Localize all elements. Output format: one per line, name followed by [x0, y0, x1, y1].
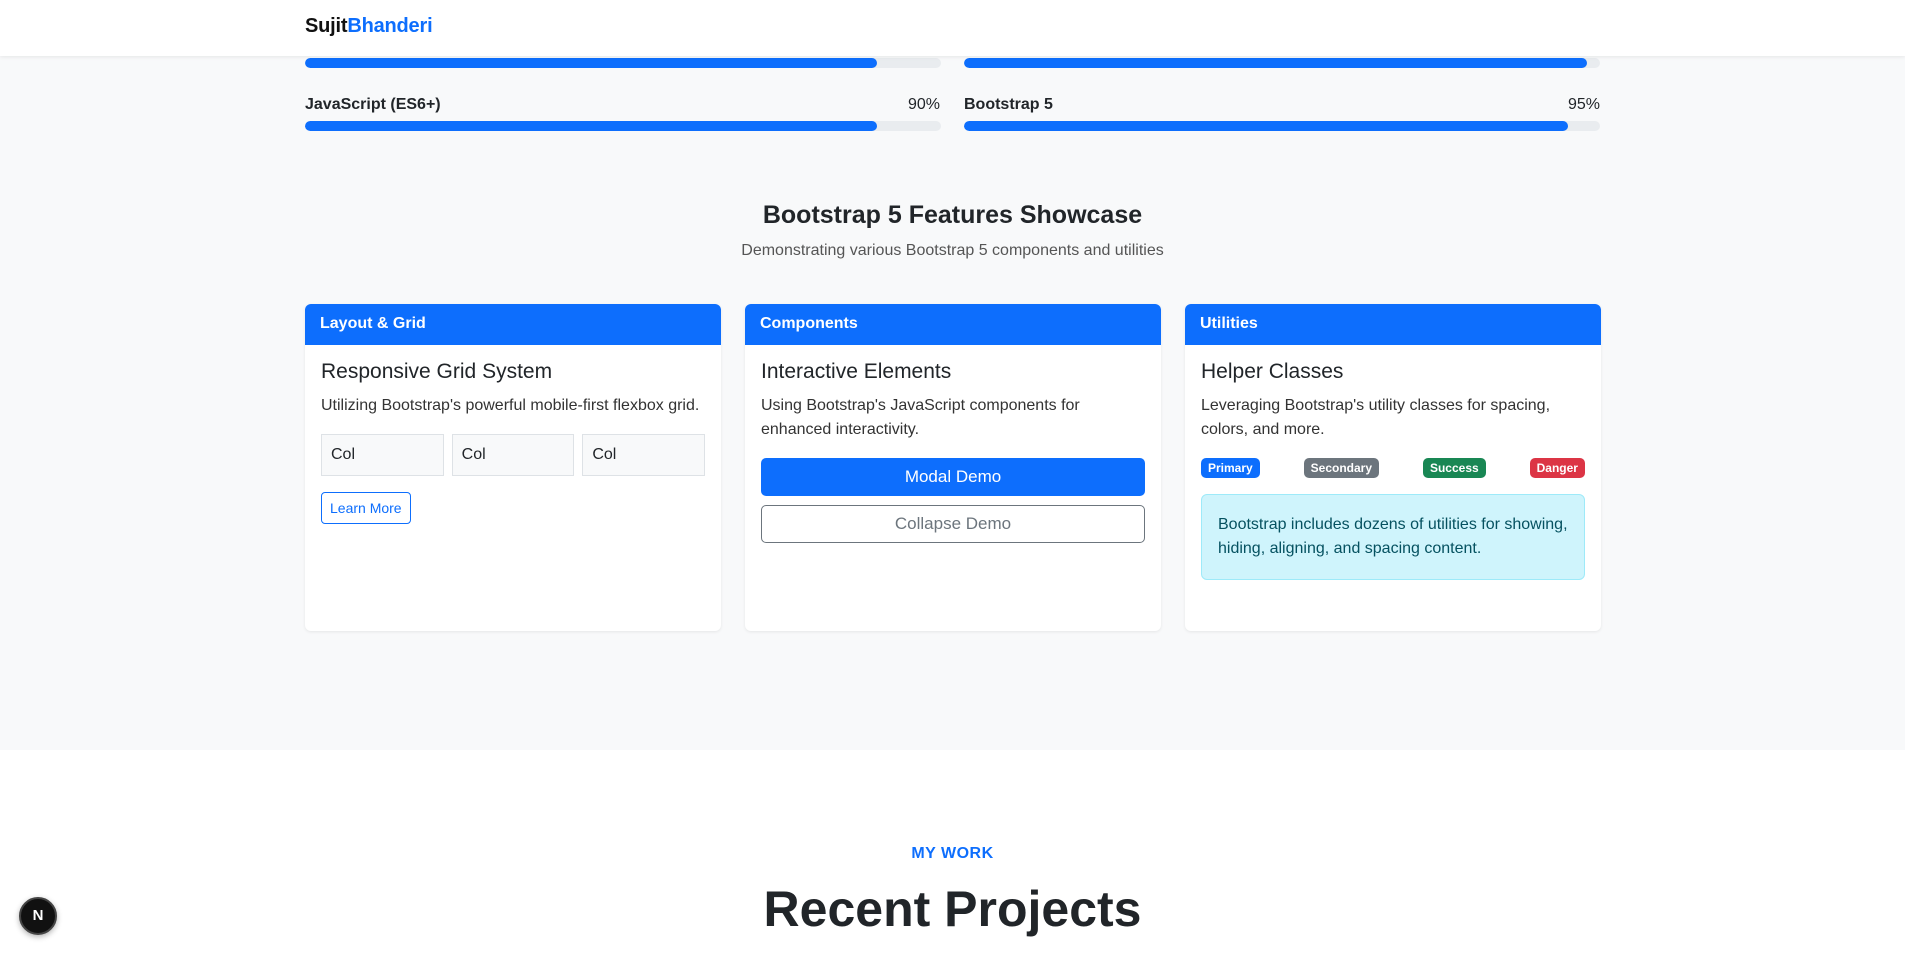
card-text: Using Bootstrap's JavaScript components … — [761, 397, 1080, 438]
card-title: Helper Classes — [1201, 360, 1344, 383]
learn-more-button[interactable]: Learn More — [321, 492, 411, 524]
grid-demo-col: Col — [321, 434, 444, 476]
card-utilities: Utilities Helper Classes Leveraging Boot… — [1185, 304, 1601, 631]
showcase-subtitle: Demonstrating various Bootstrap 5 compon… — [741, 242, 1164, 259]
card-header: Utilities — [1185, 304, 1601, 345]
navbar: SujitBhanderi — [0, 0, 1905, 56]
skill-bar-fill — [964, 121, 1569, 131]
modal-demo-button[interactable]: Modal Demo — [761, 458, 1145, 496]
section-eyebrow: MY WORK — [911, 845, 994, 862]
skill-bar-fill — [305, 58, 878, 68]
card-title: Responsive Grid System — [321, 360, 553, 383]
badge-primary: Primary — [1201, 458, 1260, 478]
showcase-title: Bootstrap 5 Features Showcase — [762, 201, 1143, 229]
skill-bar-right-1 — [964, 121, 1600, 131]
card-text: Leveraging Bootstrap's utility classes f… — [1201, 397, 1551, 438]
dev-tools-badge[interactable]: N — [19, 897, 57, 935]
skill-name: JavaScript (ES6+) — [305, 96, 441, 113]
collapse-demo-button[interactable]: Collapse Demo — [761, 505, 1145, 543]
grid-demo-col: Col — [451, 434, 575, 476]
badge-row: Primary Secondary Success Danger — [1201, 458, 1585, 478]
skill-bar-fill — [305, 121, 878, 131]
brand-logo[interactable]: SujitBhanderi — [305, 15, 433, 38]
badge-success: Success — [1422, 458, 1486, 478]
skill-bar-left-0 — [305, 58, 941, 68]
card-components: Components Interactive Elements Using Bo… — [745, 304, 1161, 631]
card-header: Components — [745, 304, 1161, 345]
skill-bar-right-0 — [964, 58, 1600, 68]
brand-last-name: Bhanderi — [347, 15, 433, 37]
card-text: Utilizing Bootstrap's powerful mobile-fi… — [321, 397, 700, 414]
card-title: Interactive Elements — [761, 360, 952, 383]
grid-demo-col: Col — [582, 434, 706, 476]
card-header: Layout & Grid — [305, 304, 721, 345]
skill-bar-left-1 — [305, 121, 941, 131]
skill-bar-fill — [964, 58, 1588, 68]
section-title: Recent Projects — [763, 881, 1142, 937]
card-layout-grid: Layout & Grid Responsive Grid System Uti… — [305, 304, 721, 631]
grid-demo-row: Col Col Col — [321, 434, 706, 476]
skill-name: Bootstrap 5 — [964, 96, 1053, 113]
badge-secondary: Secondary — [1303, 458, 1380, 478]
skill-percent: 95% — [1567, 96, 1600, 113]
brand-first-name: Sujit — [305, 15, 348, 37]
info-alert: Bootstrap includes dozens of utilities f… — [1201, 494, 1585, 580]
badge-danger: Danger — [1529, 458, 1585, 478]
skill-percent: 90% — [907, 96, 940, 113]
